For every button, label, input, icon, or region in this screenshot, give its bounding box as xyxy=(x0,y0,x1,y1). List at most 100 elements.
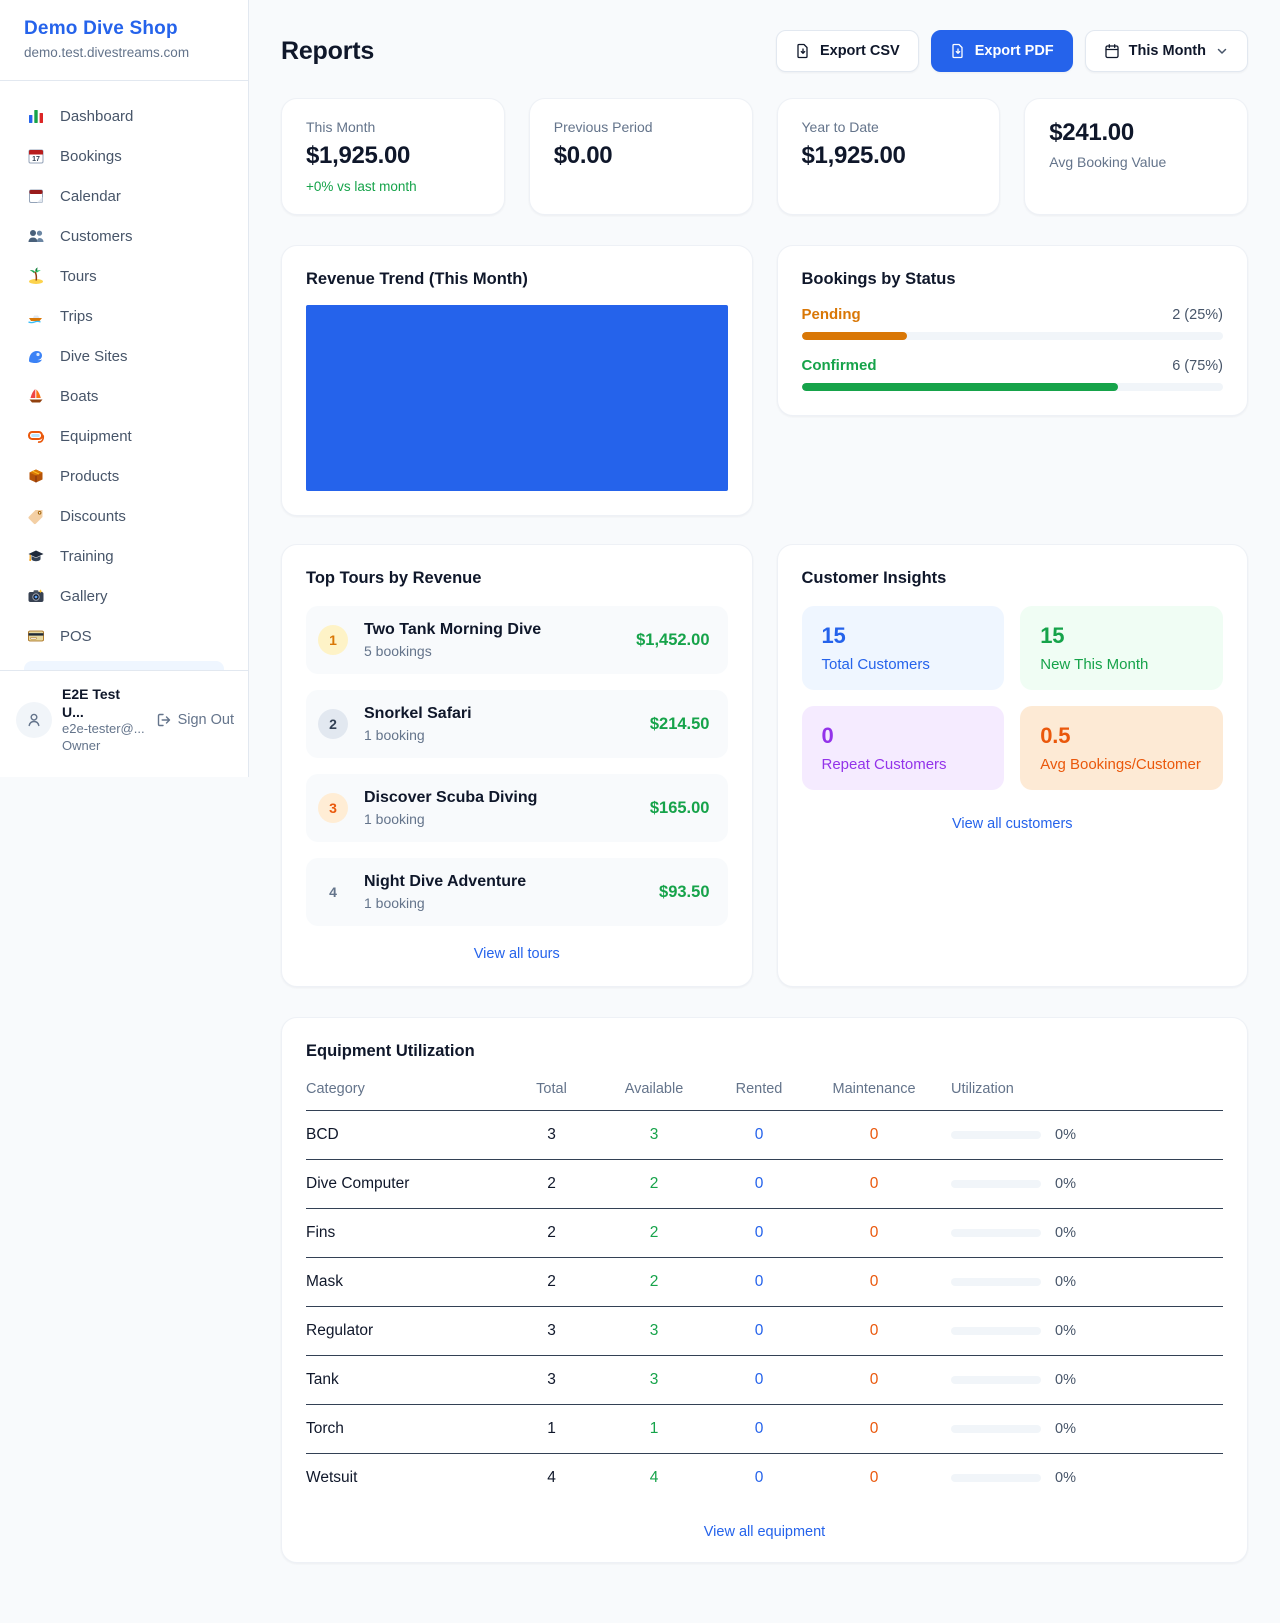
cell-rented: 0 xyxy=(709,1405,809,1454)
metric-value: 0 xyxy=(822,723,985,749)
sidebar-item-customers[interactable]: Customers xyxy=(12,217,236,255)
cell-rented: 0 xyxy=(709,1454,809,1503)
sidebar-item-discounts[interactable]: Discounts xyxy=(12,497,236,535)
tour-revenue: $165.00 xyxy=(650,799,710,818)
tour-revenue: $214.50 xyxy=(650,715,710,734)
tour-row: 1 Two Tank Morning Dive 5 bookings $1,45… xyxy=(306,606,728,674)
sidebar-item-bookings[interactable]: 17 Bookings xyxy=(12,137,236,175)
column-header: Maintenance xyxy=(809,1081,939,1111)
status-count: 6 (75%) xyxy=(1172,358,1223,374)
chevron-down-icon xyxy=(1215,44,1229,58)
metric-value: 15 xyxy=(1040,623,1203,649)
cell-available: 3 xyxy=(599,1111,709,1160)
view-all-customers-link[interactable]: View all customers xyxy=(802,816,1224,832)
tour-row: 2 Snorkel Safari 1 booking $214.50 xyxy=(306,690,728,758)
shop-name[interactable]: Demo Dive Shop xyxy=(24,18,224,40)
stat-label: This Month xyxy=(306,119,480,135)
avatar xyxy=(16,702,52,738)
sidebar-item-pos[interactable]: POS xyxy=(12,617,236,655)
metric-value: 15 xyxy=(822,623,985,649)
sidebar-nav: Dashboard 17 Bookings Calendar Customers… xyxy=(0,81,248,670)
period-label: This Month xyxy=(1129,43,1206,59)
status-count: 2 (25%) xyxy=(1172,307,1223,323)
sidebar-item-label: Training xyxy=(60,548,114,565)
rank-badge: 4 xyxy=(318,877,348,907)
utilization-percent: 0% xyxy=(1055,1421,1076,1437)
cell-rented: 0 xyxy=(709,1307,809,1356)
period-dropdown[interactable]: This Month xyxy=(1085,30,1248,72)
metric-value: 0.5 xyxy=(1040,723,1203,749)
progress-fill xyxy=(802,332,907,340)
cell-maintenance: 0 xyxy=(809,1307,939,1356)
credit-card-icon xyxy=(26,627,46,645)
island-icon xyxy=(26,267,46,285)
sidebar-item-dashboard[interactable]: Dashboard xyxy=(12,97,236,135)
table-row: Tank 3 3 0 0 0% xyxy=(306,1356,1223,1405)
table-row: Dive Computer 2 2 0 0 0% xyxy=(306,1160,1223,1209)
sidebar-item-label: Dive Sites xyxy=(60,348,128,365)
sidebar-item-equipment[interactable]: Equipment xyxy=(12,417,236,455)
cell-total: 2 xyxy=(504,1258,599,1307)
bookings-by-status-card: Bookings by Status Pending 2 (25%) Confi… xyxy=(777,245,1249,416)
cell-available: 2 xyxy=(599,1160,709,1209)
metric-total-customers: 15 Total Customers xyxy=(802,606,1005,690)
calendar-icon xyxy=(1104,43,1120,59)
utilization-bar xyxy=(951,1229,1041,1237)
sailboat-icon xyxy=(26,387,46,405)
sidebar-item-tours[interactable]: Tours xyxy=(12,257,236,295)
sidebar-item-label: Boats xyxy=(60,388,98,405)
sidebar-item-label: Tours xyxy=(60,268,97,285)
cell-maintenance: 0 xyxy=(809,1405,939,1454)
export-pdf-button[interactable]: Export PDF xyxy=(931,30,1073,72)
customer-insights-card: Customer Insights 15 Total Customers 15 … xyxy=(777,544,1249,987)
export-pdf-label: Export PDF xyxy=(975,43,1054,59)
tear-off-calendar-icon xyxy=(26,187,46,205)
cell-available: 3 xyxy=(599,1356,709,1405)
utilization-bar xyxy=(951,1278,1041,1286)
sidebar-item-label: Dashboard xyxy=(60,108,133,125)
export-csv-button[interactable]: Export CSV xyxy=(776,30,919,72)
cell-total: 3 xyxy=(504,1307,599,1356)
cell-total: 2 xyxy=(504,1160,599,1209)
svg-text:17: 17 xyxy=(32,156,40,163)
package-icon xyxy=(26,467,46,485)
rank-badge: 2 xyxy=(318,709,348,739)
sidebar-item-products[interactable]: Products xyxy=(12,457,236,495)
cell-total: 1 xyxy=(504,1405,599,1454)
sidebar-item-dive-sites[interactable]: Dive Sites xyxy=(12,337,236,375)
sidebar-item-gallery[interactable]: Gallery xyxy=(12,577,236,615)
tour-bookings: 1 booking xyxy=(364,727,472,743)
table-row: Fins 2 2 0 0 0% xyxy=(306,1209,1223,1258)
sidebar-item-training[interactable]: Training xyxy=(12,537,236,575)
view-all-equipment-link[interactable]: View all equipment xyxy=(306,1524,1223,1540)
cell-total: 3 xyxy=(504,1111,599,1160)
table-row: Mask 2 2 0 0 0% xyxy=(306,1258,1223,1307)
sidebar-item-label: Bookings xyxy=(60,148,122,165)
sidebar-item-calendar[interactable]: Calendar xyxy=(12,177,236,215)
tour-name: Discover Scuba Diving xyxy=(364,789,537,807)
view-all-tours-link[interactable]: View all tours xyxy=(306,946,728,962)
graduation-cap-icon xyxy=(26,547,46,565)
cell-category: Dive Computer xyxy=(306,1160,504,1209)
sidebar-item-trips[interactable]: Trips xyxy=(12,297,236,335)
tag-icon xyxy=(26,507,46,525)
camera-icon xyxy=(26,587,46,605)
sidebar-item-label: Trips xyxy=(60,308,93,325)
utilization-bar xyxy=(951,1376,1041,1384)
sign-out-button[interactable]: Sign Out xyxy=(156,712,234,728)
cell-available: 4 xyxy=(599,1454,709,1503)
column-header: Category xyxy=(306,1081,504,1111)
user-info: E2E Test U... e2e-tester@... Owner xyxy=(62,685,146,755)
stat-value: $1,925.00 xyxy=(306,142,480,170)
sidebar-item-label: Discounts xyxy=(60,508,126,525)
app-root: Demo Dive Shop demo.test.divestreams.com… xyxy=(0,0,1280,1623)
column-header: Rented xyxy=(709,1081,809,1111)
cell-available: 2 xyxy=(599,1258,709,1307)
revenue-trend-title: Revenue Trend (This Month) xyxy=(306,270,728,289)
revenue-trend-card: Revenue Trend (This Month) xyxy=(281,245,753,516)
sidebar-item-boats[interactable]: Boats xyxy=(12,377,236,415)
export-csv-label: Export CSV xyxy=(820,43,900,59)
sign-out-icon xyxy=(156,712,172,728)
cell-maintenance: 0 xyxy=(809,1209,939,1258)
sidebar-item-reports-partial[interactable] xyxy=(24,661,224,670)
